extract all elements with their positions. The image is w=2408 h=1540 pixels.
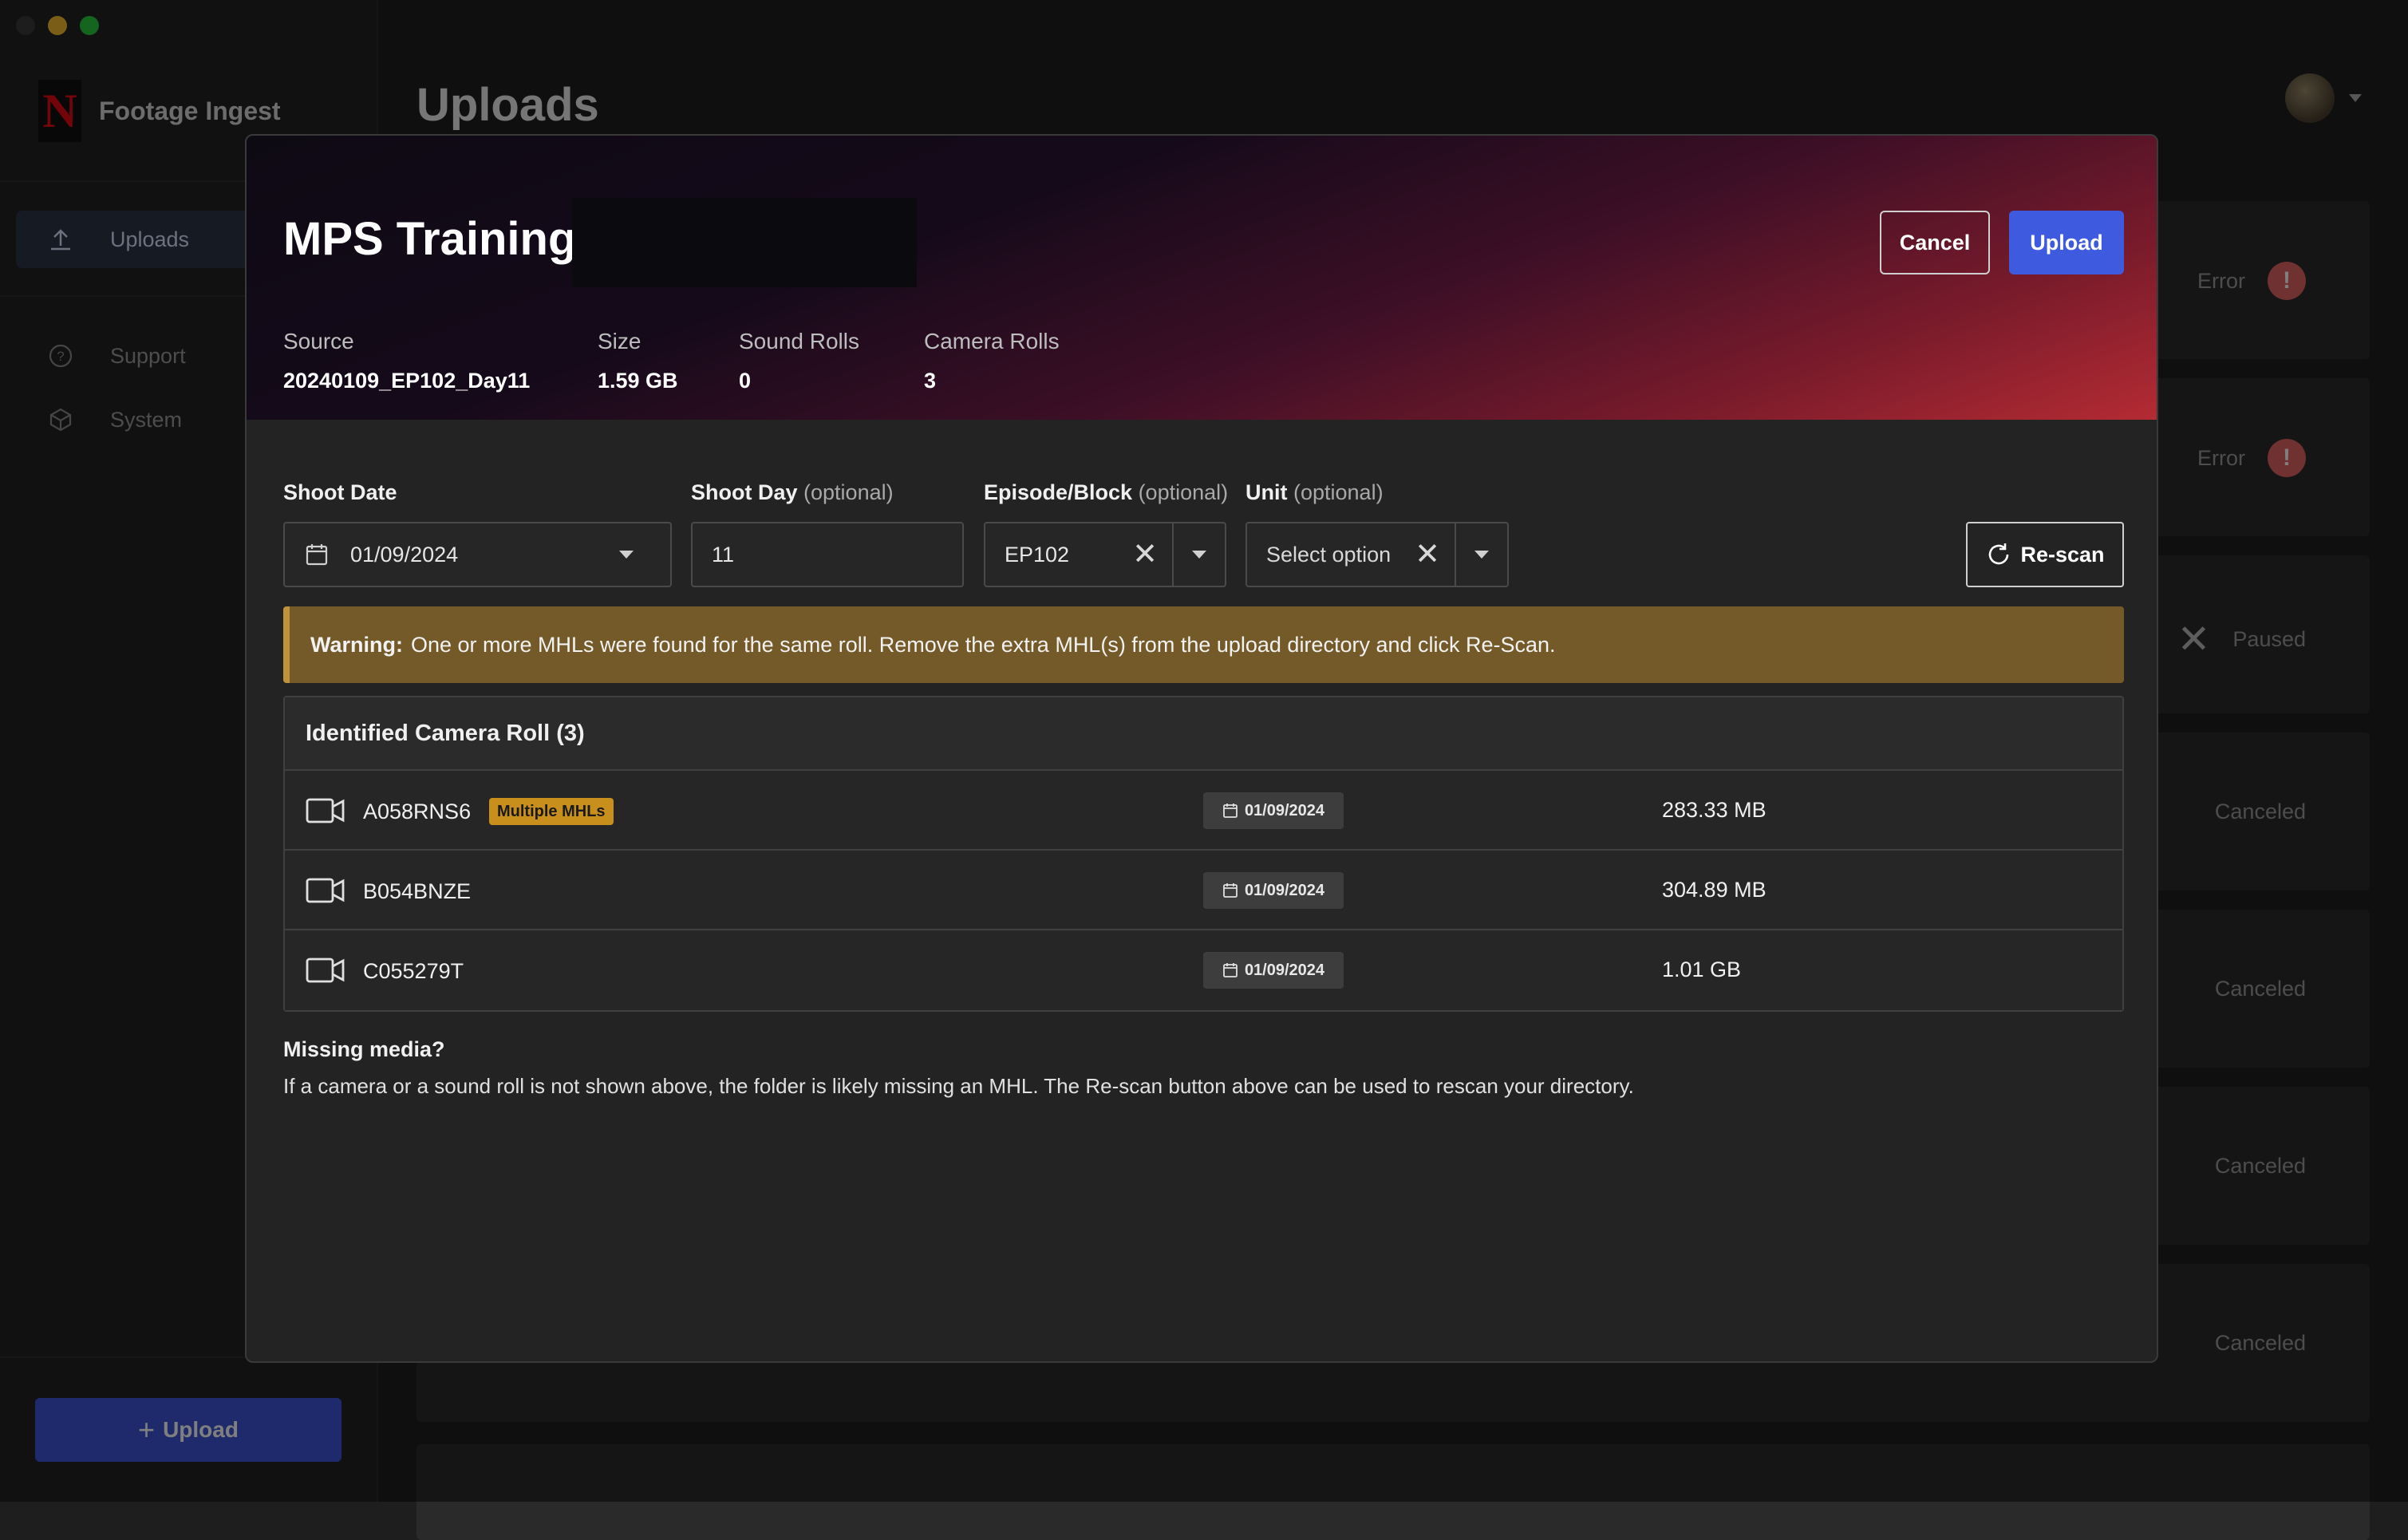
clear-icon[interactable]: ✕ bbox=[1415, 539, 1440, 570]
date-chip: 01/09/2024 bbox=[1203, 872, 1344, 909]
unit-value: Select option bbox=[1266, 542, 1392, 567]
episode-select[interactable]: EP102 ✕ bbox=[984, 522, 1226, 587]
table-row: C055279T 01/09/2024 1.01 GB bbox=[285, 930, 2122, 1010]
clear-icon[interactable]: ✕ bbox=[1132, 539, 1158, 570]
refresh-icon bbox=[1985, 541, 2012, 568]
chevron-down-icon[interactable] bbox=[1456, 551, 1507, 559]
table-row: B054BNZE 01/09/2024 304.89 MB bbox=[285, 851, 2122, 930]
meta-value: 20240109_EP102_Day11 bbox=[283, 369, 531, 393]
table-row: A058RNS6 Multiple MHLs 01/09/2024 283.33… bbox=[285, 771, 2122, 851]
shoot-date-picker[interactable]: 01/09/2024 bbox=[283, 522, 672, 587]
meta-label: Sound Rolls bbox=[739, 329, 859, 353]
meta-label: Camera Rolls bbox=[924, 329, 1060, 353]
shoot-day-label: Shoot Day (optional) bbox=[691, 480, 894, 504]
rescan-label: Re-scan bbox=[2020, 542, 2105, 567]
calendar-icon bbox=[1223, 804, 1238, 818]
camera-roll-table: Identified Camera Roll (3) A058RNS6 Mult… bbox=[283, 696, 2124, 1012]
episode-value: EP102 bbox=[1005, 542, 1070, 567]
meta-camera-rolls: Camera Rolls 3 bbox=[924, 329, 1060, 393]
shoot-date-label: Shoot Date bbox=[283, 480, 397, 504]
meta-value: 0 bbox=[739, 369, 752, 393]
missing-media-title: Missing media? bbox=[283, 1037, 445, 1061]
shoot-date-value: 01/09/2024 bbox=[350, 542, 459, 567]
modal-title: MPS Training bbox=[283, 213, 577, 265]
roll-name: A058RNS6 bbox=[363, 800, 472, 823]
shoot-day-value: 11 bbox=[712, 542, 735, 567]
upload-modal: MPS Training Cancel Upload Source 202401… bbox=[245, 134, 2158, 1363]
warning-prefix: Warning: bbox=[310, 632, 403, 657]
meta-value: 1.59 GB bbox=[598, 369, 678, 393]
unit-label: Unit (optional) bbox=[1245, 480, 1384, 504]
roll-size: 283.33 MB bbox=[1662, 798, 1767, 822]
roll-size: 1.01 GB bbox=[1662, 958, 1742, 981]
shoot-day-input[interactable]: 11 bbox=[691, 522, 964, 587]
roll-name: C055279T bbox=[363, 959, 464, 983]
roll-size: 304.89 MB bbox=[1662, 878, 1767, 902]
chevron-down-icon[interactable] bbox=[1174, 551, 1225, 559]
calendar-icon bbox=[1223, 883, 1238, 898]
rescan-button[interactable]: Re-scan bbox=[1966, 522, 2124, 587]
redacted-area bbox=[572, 198, 917, 287]
video-camera-icon bbox=[306, 954, 345, 990]
meta-source: Source 20240109_EP102_Day11 bbox=[283, 329, 530, 393]
upload-button[interactable]: Upload bbox=[2009, 211, 2124, 274]
multiple-mhls-badge: Multiple MHLs bbox=[489, 798, 614, 825]
meta-label: Size bbox=[598, 329, 641, 353]
video-camera-icon bbox=[306, 875, 345, 910]
table-header: Identified Camera Roll (3) bbox=[285, 697, 2122, 771]
cancel-button[interactable]: Cancel bbox=[1880, 211, 1990, 274]
meta-label: Source bbox=[283, 329, 354, 353]
roll-name: B054BNZE bbox=[363, 879, 472, 903]
date-chip: 01/09/2024 bbox=[1203, 792, 1344, 829]
date-chip: 01/09/2024 bbox=[1203, 952, 1344, 989]
meta-value: 3 bbox=[924, 369, 937, 393]
calendar-icon bbox=[1223, 963, 1238, 977]
episode-label: Episode/Block (optional) bbox=[984, 480, 1229, 504]
unit-select[interactable]: Select option ✕ bbox=[1245, 522, 1509, 587]
warning-text: One or more MHLs were found for the same… bbox=[410, 632, 1556, 657]
video-camera-icon bbox=[306, 795, 345, 831]
app-window: N Footage Ingest Uploads ? Support Syste… bbox=[0, 0, 2408, 1540]
missing-media-text: If a camera or a sound roll is not shown… bbox=[283, 1074, 1634, 1098]
calendar-icon bbox=[304, 542, 330, 567]
modal-header: MPS Training Cancel Upload Source 202401… bbox=[247, 136, 2157, 420]
meta-sound-rolls: Sound Rolls 0 bbox=[739, 329, 859, 393]
chevron-down-icon bbox=[619, 551, 634, 559]
meta-size: Size 1.59 GB bbox=[598, 329, 678, 393]
warning-banner: Warning: One or more MHLs were found for… bbox=[283, 606, 2124, 683]
